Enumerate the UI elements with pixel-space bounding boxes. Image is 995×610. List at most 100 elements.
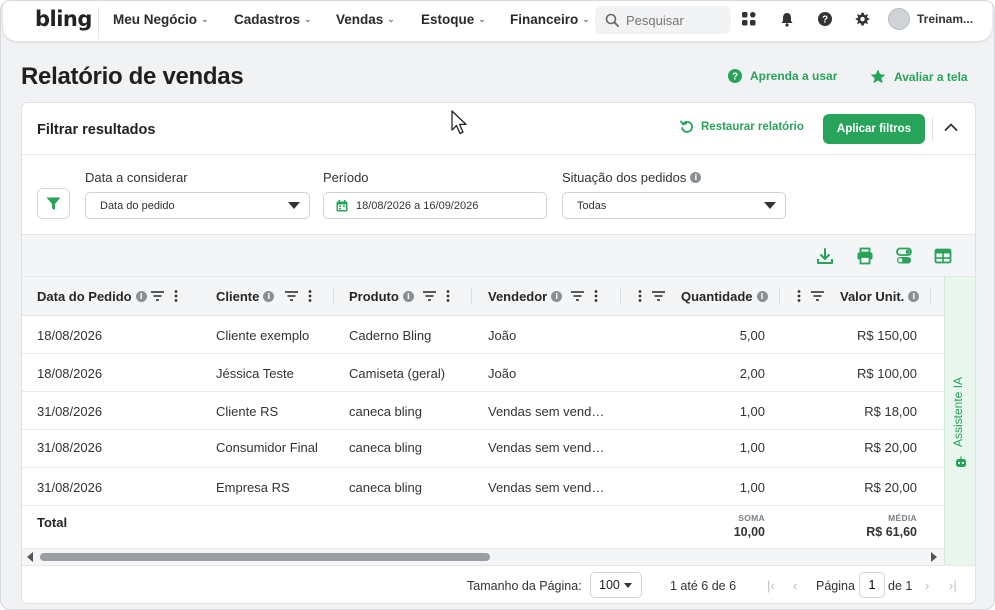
user-name[interactable]: Treinam... [917, 12, 973, 26]
cell-date: 18/08/2026 [37, 366, 103, 381]
nav-estoque[interactable]: Estoque ⌄ [421, 12, 486, 27]
col-divider[interactable] [333, 287, 334, 305]
chevron-down-icon: ⌄ [478, 14, 486, 24]
page-size-select[interactable]: 100 [590, 572, 642, 598]
filter-lines-icon[interactable] [571, 291, 584, 301]
last-page-icon[interactable]: ›| [949, 578, 957, 593]
nav-financeiro[interactable]: Financeiro ⌄ [510, 12, 590, 27]
caret-down-icon [623, 582, 632, 588]
download-icon[interactable] [816, 247, 834, 265]
scrollbar-thumb[interactable] [40, 553, 490, 561]
filters-title: Filtrar resultados [37, 122, 156, 138]
period-filter-input[interactable]: 18/08/2026 a 16/09/2026 [323, 192, 547, 219]
more-vertical-icon[interactable] [174, 290, 178, 302]
more-vertical-icon[interactable] [308, 290, 312, 302]
cell-quantity: 2,00 [739, 366, 765, 381]
chevron-up-icon[interactable] [943, 119, 961, 137]
calendar-icon [336, 199, 348, 211]
col-header-date[interactable]: Data do Pedido i [37, 289, 147, 304]
col-divider[interactable] [779, 287, 780, 305]
prev-page-icon[interactable]: ‹ [793, 578, 797, 593]
table-row[interactable]: 18/08/2026 Jéssica Teste Camiseta (geral… [22, 354, 944, 392]
col-controls [638, 290, 665, 302]
table-row[interactable]: 18/08/2026 Cliente exemplo Caderno Bling… [22, 316, 944, 354]
avatar[interactable] [888, 8, 910, 30]
info-icon[interactable]: i [551, 291, 563, 302]
search-input[interactable] [626, 12, 716, 28]
info-icon[interactable]: i [690, 172, 702, 183]
info-icon[interactable]: i [135, 291, 147, 302]
col-header-client[interactable]: Cliente i [216, 289, 275, 304]
cell-client: Cliente RS [216, 404, 279, 419]
table-row[interactable]: 31/08/2026 Cliente RS caneca bling Venda… [22, 392, 944, 430]
period-filter-value: 18/08/2026 a 16/09/2026 [356, 199, 479, 212]
toggle-columns-icon[interactable] [895, 247, 913, 265]
svg-text:?: ? [732, 72, 738, 83]
rate-link[interactable]: Avaliar a tela [870, 69, 968, 84]
bling-logo[interactable]: bling [35, 7, 92, 31]
info-icon[interactable]: i [402, 291, 414, 302]
star-icon [870, 69, 886, 84]
nav-cadastros[interactable]: Cadastros ⌄ [234, 12, 312, 27]
status-filter-select[interactable]: Todas [562, 192, 786, 219]
col-header-label: Quantidade [681, 289, 753, 304]
horizontal-scrollbar[interactable] [22, 549, 944, 565]
more-vertical-icon[interactable] [797, 290, 801, 302]
cell-product: Camiseta (geral) [349, 366, 446, 381]
col-controls [423, 290, 450, 302]
col-header-seller[interactable]: Vendedor i [488, 289, 563, 304]
col-header-product[interactable]: Produto i [349, 289, 414, 304]
filter-lines-icon[interactable] [423, 291, 436, 301]
nav-label: Estoque [421, 12, 475, 27]
nav-meu-negocio[interactable]: Meu Negócio ⌄ [113, 12, 209, 27]
learn-link[interactable]: ? Aprenda a usar [728, 69, 837, 83]
scroll-right-icon[interactable] [931, 552, 937, 562]
table-row[interactable]: 31/08/2026 Consumidor Final caneca bling… [22, 430, 944, 468]
col-header-quantity[interactable]: Quantidade i [681, 289, 768, 304]
page-number-input[interactable] [859, 572, 885, 598]
filter-lines-icon[interactable] [151, 291, 164, 301]
svg-text:?: ? [822, 15, 828, 26]
cell-unit-value: R$ 100,00 [857, 366, 917, 381]
filter-lines-icon[interactable] [811, 291, 824, 301]
nav-vendas[interactable]: Vendas ⌄ [336, 12, 395, 27]
info-icon[interactable]: i [263, 291, 275, 302]
next-page-icon[interactable]: › [925, 578, 929, 593]
col-header-unit-value[interactable]: Valor Unit. i [840, 289, 920, 304]
more-vertical-icon[interactable] [594, 290, 598, 302]
apply-filters-button[interactable]: Aplicar filtros [823, 114, 925, 144]
restore-label: Restaurar relatório [701, 121, 804, 133]
status-filter-value: Todas [577, 199, 607, 212]
gear-icon[interactable] [853, 10, 871, 28]
table-view-icon[interactable] [934, 247, 952, 265]
apps-icon[interactable] [740, 10, 758, 28]
status-filter-label: Situação dos pedidos i [562, 170, 702, 185]
filter-lines-icon[interactable] [652, 291, 665, 301]
print-icon[interactable] [856, 247, 874, 265]
cell-seller: João [488, 328, 517, 343]
table-row[interactable]: 31/08/2026 Empresa RS caneca bling Venda… [22, 468, 944, 506]
more-vertical-icon[interactable] [638, 290, 642, 302]
ai-assistant-tab[interactable]: Assistente IA [944, 277, 975, 565]
date-filter-select[interactable]: Data do pedido [85, 192, 310, 219]
more-vertical-icon[interactable] [446, 290, 450, 302]
col-divider[interactable] [930, 287, 931, 305]
scroll-left-icon[interactable] [27, 552, 33, 562]
first-page-icon[interactable]: |‹ [767, 578, 775, 593]
info-icon[interactable]: i [908, 291, 920, 302]
col-header-label: Produto [349, 289, 399, 304]
col-controls [571, 290, 598, 302]
col-divider[interactable] [620, 287, 621, 305]
report-card: Filtrar resultados Restaurar relatório A… [21, 102, 976, 604]
col-divider[interactable] [471, 287, 472, 305]
caret-down-icon [288, 202, 300, 209]
bell-icon[interactable] [778, 10, 796, 28]
cell-client: Cliente exemplo [216, 328, 310, 343]
help-icon[interactable]: ? [816, 10, 834, 28]
col-header-label: Cliente [216, 289, 260, 304]
restore-report-button[interactable]: Restaurar relatório [680, 120, 804, 134]
filter-lines-icon[interactable] [285, 291, 298, 301]
info-icon[interactable]: i [756, 291, 768, 302]
filter-toggle-button[interactable] [37, 188, 70, 219]
cell-date: 31/08/2026 [37, 480, 103, 495]
